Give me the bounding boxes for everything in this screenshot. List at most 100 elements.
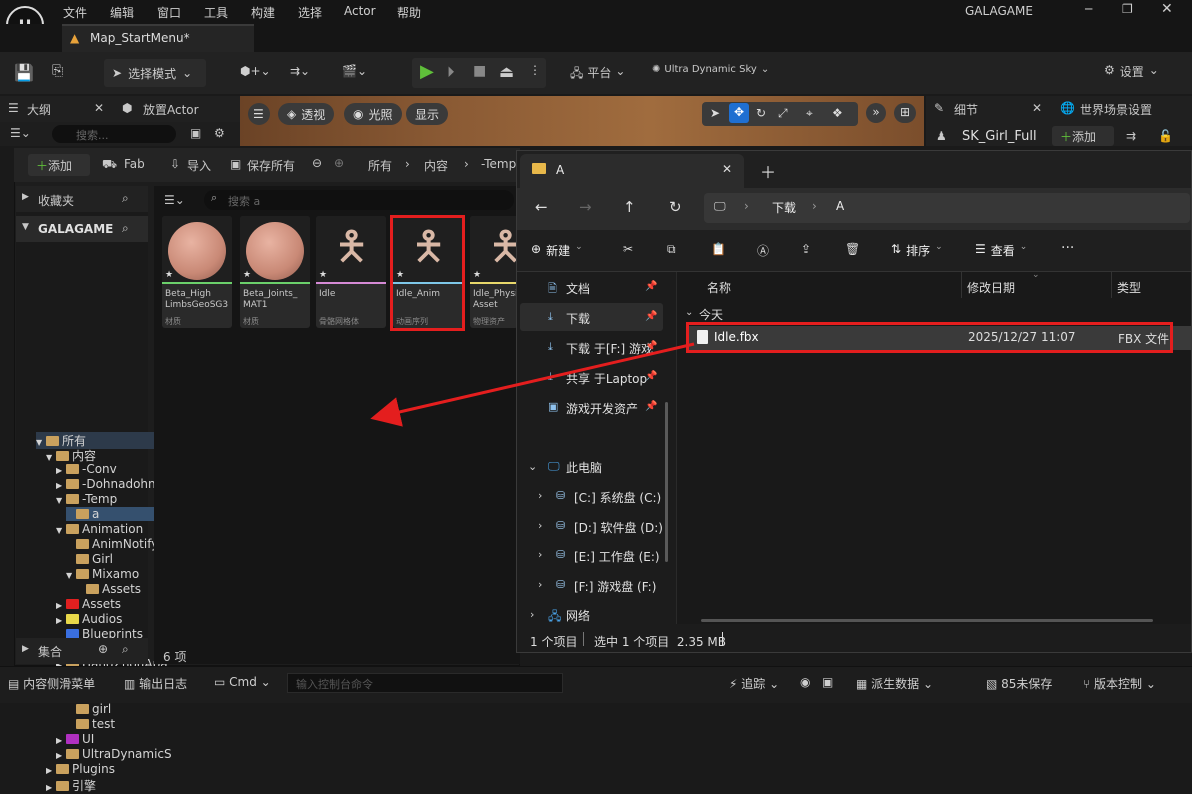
fab-button[interactable]: Fab [124, 157, 145, 171]
folder-tree-item[interactable]: ▶ UltraDynamicS [56, 747, 172, 761]
search-icon[interactable]: ⌕ [122, 221, 129, 236]
new-button[interactable]: ⊕ 新建 ⌄ [531, 242, 583, 259]
nav-quick-access-item[interactable]: 游戏开发资产 [566, 400, 638, 417]
nav-drive-item[interactable]: [E:] 工作盘 (E:) [574, 548, 660, 565]
pin-icon[interactable]: 📌 [645, 371, 657, 382]
folder-tree-item[interactable]: AnimNotify [66, 537, 158, 551]
folder-tree-item[interactable]: ▶ Audios [56, 612, 122, 626]
copy-icon[interactable]: ⧉ [667, 242, 676, 257]
folder-tree-item[interactable]: ▶ -Conv [56, 462, 117, 476]
tab-details[interactable]: 细节 [954, 101, 978, 118]
source-control-button[interactable]: ⑂ 版本控制 ⌄ [1083, 675, 1156, 692]
collections-header[interactable]: ▶ 集合 ⊕ ⌕ [16, 638, 148, 664]
filter-icon[interactable]: ☰⌄ [10, 126, 31, 140]
address-segment-a[interactable]: A [836, 199, 844, 213]
refresh-icon[interactable]: ↻ [669, 198, 682, 216]
folder-tree-item[interactable]: ▶ 引擎 [46, 777, 96, 794]
up-arrow-icon[interactable]: ↑ [623, 198, 636, 216]
nav-drive-item[interactable]: [D:] 软件盘 (D:) [574, 519, 663, 536]
world-local-icon[interactable]: ❖ [832, 106, 843, 120]
pin-icon[interactable]: 📌 [645, 281, 657, 292]
chevron-right-icon[interactable]: › [538, 489, 542, 502]
folder-tree-item[interactable]: girl [66, 702, 111, 716]
scale-icon[interactable]: ⤢ [778, 106, 788, 121]
column-type[interactable]: 类型 [1117, 279, 1141, 296]
layout-icon[interactable]: ⊞ [894, 103, 916, 123]
step-icon[interactable]: ⏵ [447, 63, 455, 81]
chevron-down-icon[interactable]: ⌄ [528, 460, 537, 473]
folder-tree-item[interactable]: ▶ UI [56, 732, 94, 746]
add-component-button[interactable]: ＋添加 [1052, 126, 1114, 146]
address-segment-downloads[interactable]: 下载 [772, 199, 796, 216]
nav-this-pc[interactable]: 此电脑 [566, 459, 602, 476]
nav-quick-access-item[interactable]: 共享 于Laptop [566, 370, 647, 387]
nav-drive-item[interactable]: [C:] 系统盘 (C:) [574, 489, 661, 506]
chevron-right-icon[interactable]: ▶ [56, 736, 66, 745]
folder-tree-item[interactable]: test [66, 717, 115, 731]
close-icon[interactable]: ✕ [94, 101, 104, 115]
favorites-header[interactable]: ▶ 收藏夹 ⌕ [16, 186, 148, 212]
search-icon[interactable]: ⌕ [122, 642, 129, 657]
rename-icon[interactable]: Ⓐ [757, 242, 769, 259]
chevron-right-icon[interactable]: ▶ [56, 616, 66, 625]
stop-icon[interactable]: ■ [473, 63, 486, 79]
sort-button[interactable]: ⇅ 排序 ⌄ [891, 242, 943, 259]
nav-quick-access-item[interactable]: 下载 [566, 310, 590, 327]
chevron-down-icon[interactable]: ▼ [46, 453, 56, 462]
paste-icon[interactable]: 📋 [711, 242, 726, 256]
explorer-tab[interactable]: A ✕ [520, 154, 744, 188]
unsaved-button[interactable]: ▧ 85未保存 [986, 675, 1052, 692]
console-input[interactable]: 输入控制台命令 [287, 673, 563, 693]
import-button[interactable]: 导入 [187, 157, 211, 174]
lock-icon[interactable]: 🔓 [1158, 129, 1173, 143]
folder-tree-item[interactable]: ▶ Assets [56, 597, 121, 611]
chevron-right-icon[interactable]: ▶ [56, 481, 66, 490]
menu-select[interactable]: 选择 [298, 4, 322, 21]
folder-tree-item[interactable]: ▼ Mixamo [66, 567, 139, 581]
forward-icon[interactable]: ⊕ [334, 156, 344, 170]
address-bar[interactable]: 🖵 › 下载 › A [704, 193, 1190, 223]
viewport-menu-button[interactable]: ☰ [248, 103, 270, 125]
folder-tree-item[interactable]: ▶ Plugins [46, 762, 115, 776]
pin-icon[interactable]: 📌 [645, 401, 657, 412]
add-actor-icon[interactable]: ⬢+⌄ [240, 64, 271, 78]
fab-icon[interactable]: ⛟ [102, 157, 117, 173]
column-name[interactable]: 名称 [707, 279, 731, 296]
cinematics-icon[interactable]: 🎬⌄ [342, 64, 367, 78]
chevron-right-icon[interactable]: › [538, 548, 542, 561]
chevron-down-icon[interactable]: ▼ [66, 571, 76, 580]
nav-network[interactable]: 网络 [566, 607, 590, 624]
folder-tree-item[interactable]: ▶ -Dohnadohna [56, 477, 163, 491]
blueprint-icon[interactable]: ⇉⌄ [290, 64, 310, 78]
settings-button[interactable]: ⚙ 设置 ⌄ [1104, 63, 1159, 80]
column-divider[interactable] [961, 272, 962, 298]
show-button[interactable]: 显示 [406, 103, 449, 125]
save-icon[interactable]: 💾 [14, 63, 34, 82]
sky-button[interactable]: ✺ Ultra Dynamic Sky ⌄ [652, 64, 769, 75]
folder-tree-item[interactable]: ▼ Animation [56, 522, 143, 536]
gear-icon[interactable]: ⚙ [214, 126, 225, 140]
more-icon[interactable]: ··· [1061, 240, 1074, 256]
move-icon[interactable]: ✥ [729, 103, 749, 123]
menu-build[interactable]: 构建 [251, 4, 275, 21]
maximize-icon[interactable]: ❐ [1122, 2, 1133, 16]
menu-window[interactable]: 窗口 [157, 4, 181, 21]
derived-data-button[interactable]: ▦ 派生数据 ⌄ [856, 675, 933, 692]
search-icon[interactable]: ⌕ [122, 191, 129, 206]
chevron-right-icon[interactable]: ▶ [56, 601, 66, 610]
chevron-right-icon[interactable]: › [530, 608, 534, 621]
nav-drive-item[interactable]: [F:] 游戏盘 (F:) [574, 578, 656, 595]
view-button[interactable]: ☰ 查看 ⌄ [975, 242, 1027, 259]
select-icon[interactable]: ➤ [710, 106, 720, 120]
add-collection-icon[interactable]: ⊕ [98, 642, 108, 656]
chevron-right-icon[interactable]: ▶ [46, 783, 56, 792]
chevron-right-icon[interactable]: › [538, 519, 542, 532]
delete-icon[interactable]: 🗑 [845, 242, 860, 256]
trace-button[interactable]: ⚡ 追踪 ⌄ [729, 675, 779, 692]
new-tab-icon[interactable]: ＋ [760, 159, 776, 183]
menu-help[interactable]: 帮助 [397, 4, 421, 21]
play-icon[interactable]: ▶ [420, 61, 434, 82]
minimize-icon[interactable]: ─ [1085, 2, 1092, 16]
folder-tree-item[interactable]: a [66, 507, 164, 521]
more-tools-icon[interactable]: » [866, 103, 886, 123]
